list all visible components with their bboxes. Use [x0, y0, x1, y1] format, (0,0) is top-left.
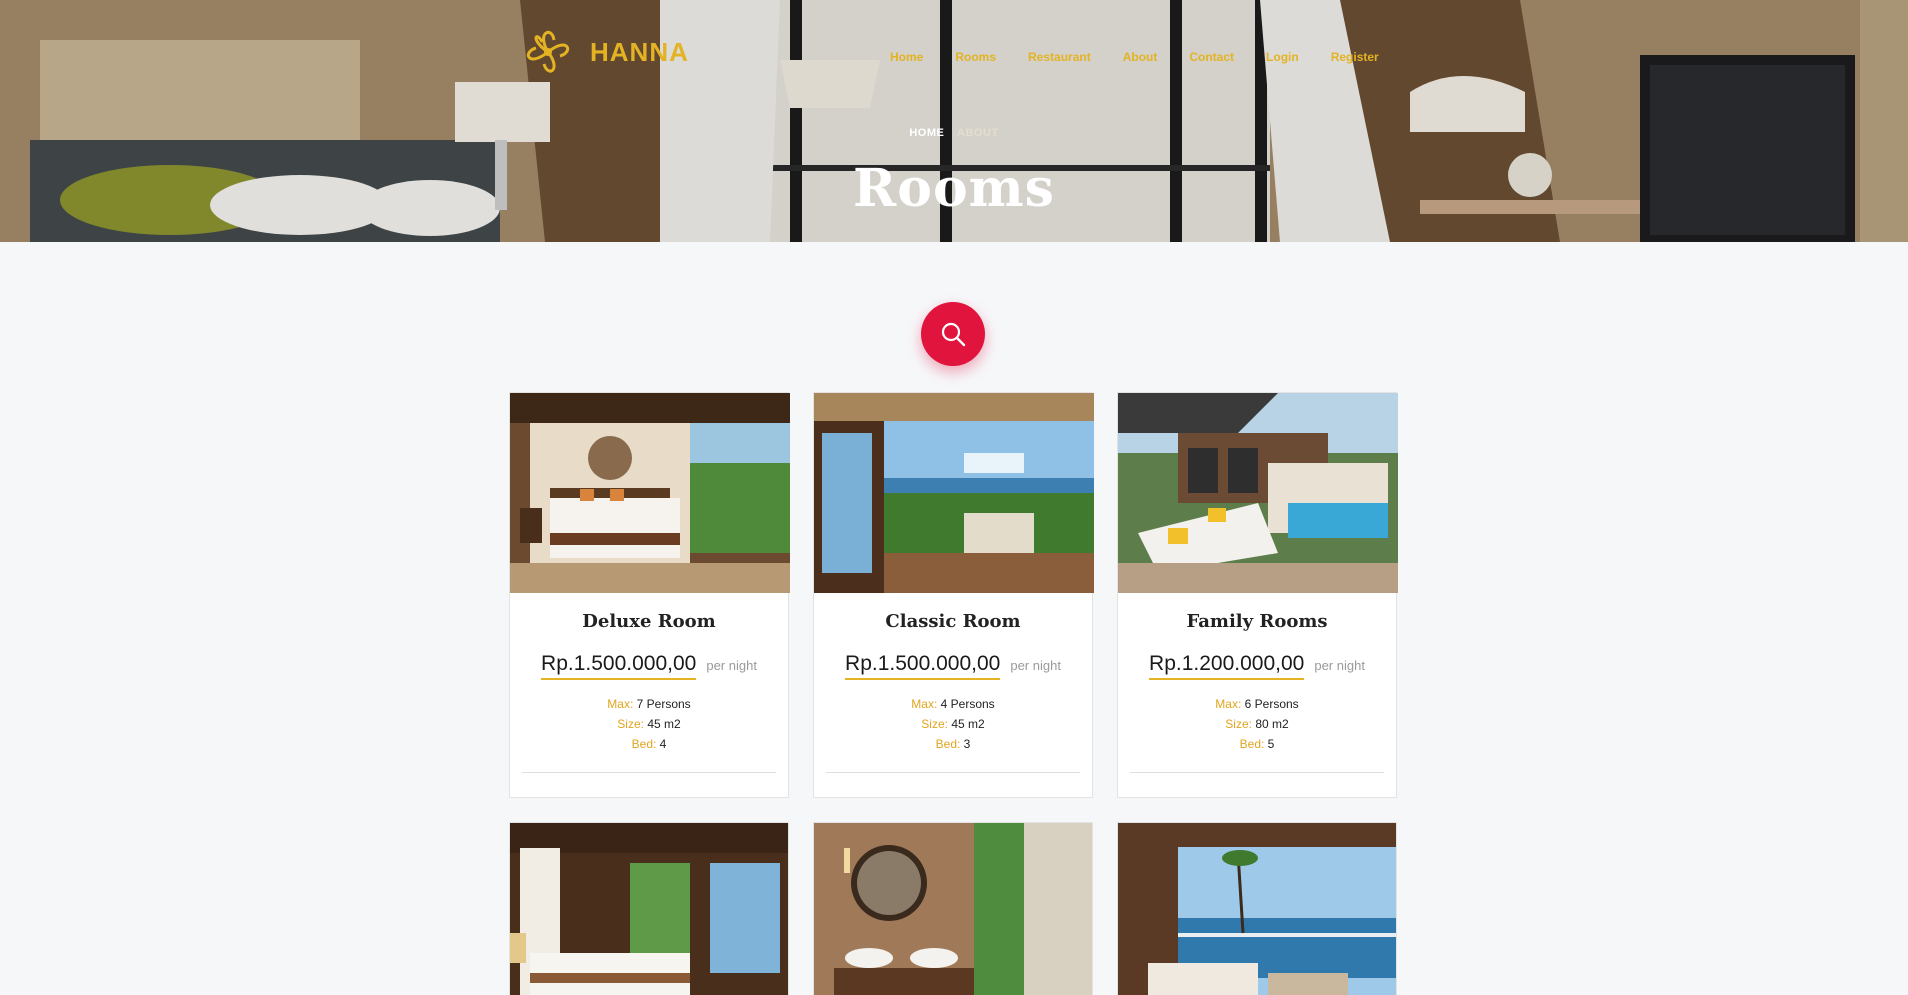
room-photo[interactable] — [510, 393, 790, 593]
family-room-photo — [1118, 393, 1398, 593]
room-card[interactable]: Family Rooms Rp.1.200.000,00 per night M… — [1117, 392, 1398, 798]
room-card[interactable] — [1117, 822, 1397, 995]
room-photo[interactable] — [1118, 823, 1396, 995]
breadcrumb: HOME ABOUT — [0, 127, 1908, 139]
nav-restaurant[interactable]: Restaurant — [1028, 50, 1091, 64]
price-unit: per night — [706, 658, 757, 673]
room-photo[interactable] — [814, 393, 1094, 593]
divider — [522, 772, 776, 773]
max-persons: 6 Persons — [1244, 697, 1299, 711]
room-photo[interactable] — [814, 823, 1092, 995]
price-unit: per night — [1314, 658, 1365, 673]
room-title[interactable]: Deluxe Room — [510, 611, 788, 632]
max-persons: 4 Persons — [940, 697, 995, 711]
brand-logo[interactable]: HANNA — [518, 22, 689, 82]
nav-about[interactable]: About — [1123, 50, 1158, 64]
divider — [1130, 772, 1384, 773]
room-size: 45 m2 — [951, 717, 985, 731]
hero-banner: HANNA Home Rooms Restaurant About Contac… — [0, 0, 1908, 242]
nav-login[interactable]: Login — [1266, 50, 1299, 64]
room-card[interactable] — [813, 822, 1093, 995]
search-icon — [941, 322, 966, 347]
room-price: Rp.1.500.000,00 — [845, 652, 1001, 680]
breadcrumb-home[interactable]: HOME — [909, 127, 944, 139]
nav-contact[interactable]: Contact — [1189, 50, 1234, 64]
room-specs: Max: 7 Persons Size: 45 m2 Bed: 4 — [607, 697, 691, 751]
room-grid: Deluxe Room Rp.1.500.000,00 per night Ma… — [509, 392, 1398, 995]
room-price: Rp.1.200.000,00 — [1149, 652, 1305, 680]
bed-count: 5 — [1267, 737, 1275, 751]
room-size: 80 m2 — [1255, 717, 1289, 731]
main-nav: Home Rooms Restaurant About Contact Logi… — [890, 50, 1411, 64]
room-specs: Max: 6 Persons Size: 80 m2 Bed: 5 — [1215, 697, 1299, 751]
hibiscus-logo-icon — [526, 30, 570, 73]
room-specs: Max: 4 Persons Size: 45 m2 Bed: 3 — [911, 697, 995, 751]
room-card[interactable]: Classic Room Rp.1.500.000,00 per night M… — [813, 392, 1094, 798]
bathroom-photo — [814, 823, 1092, 995]
suite-room-photo — [510, 823, 788, 995]
room-photo[interactable] — [1118, 393, 1398, 593]
page-title: Rooms — [853, 158, 1055, 219]
max-persons: 7 Persons — [636, 697, 691, 711]
brand-name: HANNA — [590, 36, 689, 67]
divider — [826, 772, 1080, 773]
search-button[interactable] — [921, 302, 985, 366]
nav-rooms[interactable]: Rooms — [955, 50, 996, 64]
room-title[interactable]: Classic Room — [814, 611, 1092, 632]
room-title[interactable]: Family Rooms — [1118, 611, 1396, 632]
room-size: 45 m2 — [647, 717, 681, 731]
classic-room-photo — [814, 393, 1094, 593]
nav-home[interactable]: Home — [890, 50, 923, 64]
deluxe-room-photo — [510, 393, 790, 593]
room-price: Rp.1.500.000,00 — [541, 652, 697, 680]
room-card[interactable]: Deluxe Room Rp.1.500.000,00 per night Ma… — [509, 392, 790, 798]
nav-register[interactable]: Register — [1331, 50, 1379, 64]
price-unit: per night — [1010, 658, 1061, 673]
ocean-balcony-photo — [1118, 823, 1396, 995]
bed-count: 3 — [963, 737, 971, 751]
breadcrumb-current: ABOUT — [957, 127, 999, 139]
room-card[interactable] — [509, 822, 789, 995]
room-photo[interactable] — [510, 823, 788, 995]
bed-count: 4 — [659, 737, 667, 751]
